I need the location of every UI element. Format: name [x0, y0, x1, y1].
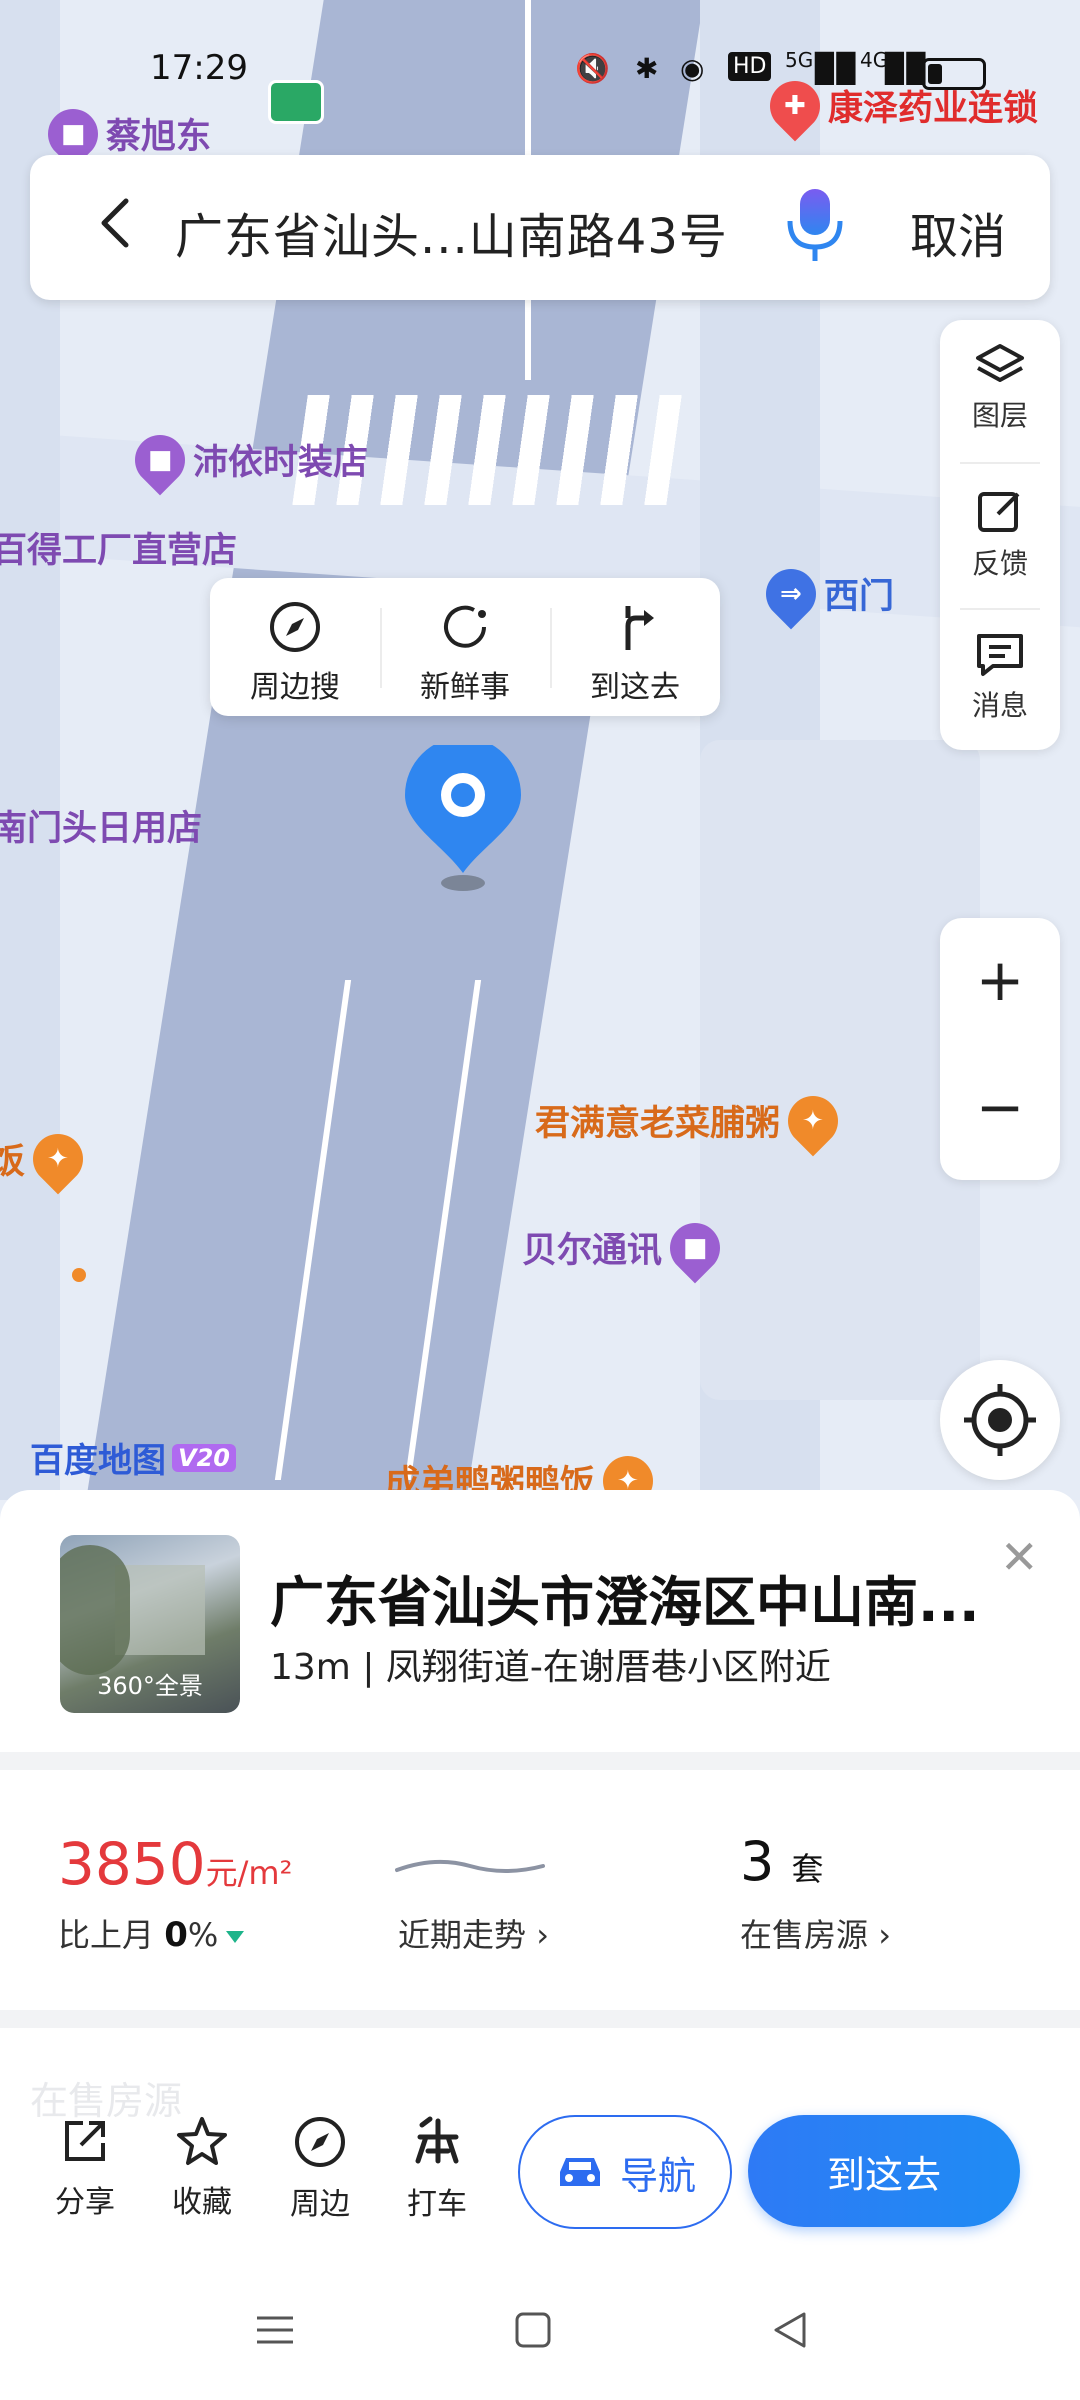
tree-shape [60, 1545, 130, 1675]
search-bar[interactable]: 广东省汕头...山南路43号 取消 [30, 155, 1050, 300]
nearby-button[interactable]: 周边 [270, 2115, 370, 2223]
close-icon[interactable]: ✕ [1000, 1530, 1039, 1584]
place-title: 广东省汕头市澄海区中山南... [270, 1571, 980, 1634]
month-over-month: 比上月 0% [58, 1910, 245, 1956]
compass-icon [270, 602, 320, 652]
favorite-button[interactable]: 收藏 [152, 2115, 252, 2221]
news-button[interactable]: 新鲜事 [380, 600, 550, 706]
share-button[interactable]: 分享 [35, 2115, 135, 2221]
poi-ximen[interactable]: ⇒ 西门 [755, 558, 894, 629]
cancel-button[interactable]: 取消 [910, 197, 1006, 267]
microphone-icon[interactable] [780, 185, 850, 265]
location-icon: ◉ [680, 52, 705, 85]
zoom-in-button[interactable]: + [940, 946, 1060, 1026]
back-arrow-icon[interactable] [88, 193, 148, 253]
divider [960, 462, 1040, 464]
houses-on-sale-link[interactable]: 在售房源 › [740, 1910, 891, 1956]
go-here-popup-button[interactable]: 到这去 [550, 600, 720, 706]
feedback-button[interactable]: 反馈 [940, 488, 1060, 582]
zoom-control: + − [940, 918, 1060, 1180]
clock: 17:29 [150, 48, 248, 88]
place-subtitle: 13m | 凤翔街道-在谢厝巷小区附近 [270, 1647, 831, 1688]
poi-beier[interactable]: 贝尔通讯 ■ [522, 1212, 731, 1283]
signal-5g-icon: 5G [785, 48, 814, 72]
search-input[interactable]: 广东省汕头...山南路43号 [175, 197, 728, 267]
poi-nanmentou[interactable]: 南门头日用店 [0, 800, 202, 851]
poi-fan[interactable]: 饭 ✦ [0, 1123, 94, 1194]
message-icon [977, 634, 1023, 676]
locate-icon [964, 1384, 1036, 1456]
car-icon [559, 2158, 600, 2186]
map-tools-panel: 图层 反馈 消息 [940, 320, 1060, 750]
trend-link[interactable]: 近期走势 › [398, 1910, 549, 1956]
place-detail-sheet[interactable]: 360°全景 广东省汕头市澄海区中山南... 13m | 凤翔街道-在谢厝巷小区… [0, 1490, 1080, 2400]
location-pin-icon[interactable] [403, 737, 523, 895]
signal-4g-icon: 4G [860, 48, 889, 72]
turn-arrow-icon [625, 606, 654, 650]
messages-button[interactable]: 消息 [940, 632, 1060, 724]
houses-on-sale-count: 3 套 [740, 1830, 824, 1893]
home-icon[interactable] [513, 2310, 553, 2350]
go-here-button[interactable]: 到这去 [748, 2115, 1020, 2227]
share-icon [65, 2121, 105, 2161]
mute-icon: 🔇 [575, 52, 610, 85]
section-divider [0, 1752, 1080, 1770]
locate-button[interactable] [940, 1360, 1060, 1480]
status-bar: 17:29 🔇 ✱ ◉ HD 5G ▉▉ 4G ▉▉ [0, 0, 1080, 140]
poi-peiyi[interactable]: ■ 沛依时装店 [124, 424, 368, 495]
layers-button[interactable]: 图层 [940, 342, 1060, 434]
panorama-label: 360°全景 [97, 1672, 203, 1700]
back-icon[interactable] [770, 2310, 810, 2350]
house-price: 3850元/m² [58, 1830, 293, 1898]
building-block [700, 740, 980, 1400]
small-dot [72, 1268, 86, 1282]
menu-icon[interactable] [255, 2310, 295, 2350]
taxi-button[interactable]: 打车 [387, 2115, 487, 2223]
battery-icon [922, 58, 986, 90]
panorama-thumbnail[interactable]: 360°全景 [60, 1535, 240, 1713]
divider [960, 608, 1040, 610]
layers-icon [976, 344, 1024, 382]
bluetooth-icon: ✱ [635, 52, 659, 85]
taxi-icon [415, 2116, 459, 2164]
nearby-search-button[interactable]: 周边搜 [210, 600, 380, 706]
section-divider [0, 2010, 1080, 2028]
pin-popup-menu: 周边搜 新鲜事 到这去 [210, 578, 720, 716]
feedback-icon [978, 492, 1020, 532]
navigate-button[interactable]: 导航 [518, 2115, 732, 2229]
refresh-icon [444, 605, 486, 648]
compass-icon [295, 2117, 345, 2167]
signal-bars-icon: ▉▉ [815, 52, 859, 85]
hd-icon: HD [728, 52, 772, 81]
trend-sparkline [395, 1859, 545, 1873]
zoom-out-button[interactable]: − [940, 1073, 1060, 1153]
star-icon [177, 2117, 227, 2165]
poi-junmanyi[interactable]: 君满意老菜脯粥 ✦ [535, 1085, 849, 1156]
down-triangle-icon [226, 1931, 245, 1943]
map-logo: 百度地图 V20 [30, 1433, 236, 1482]
poi-baide[interactable]: 百得工厂直营店 [0, 522, 237, 573]
